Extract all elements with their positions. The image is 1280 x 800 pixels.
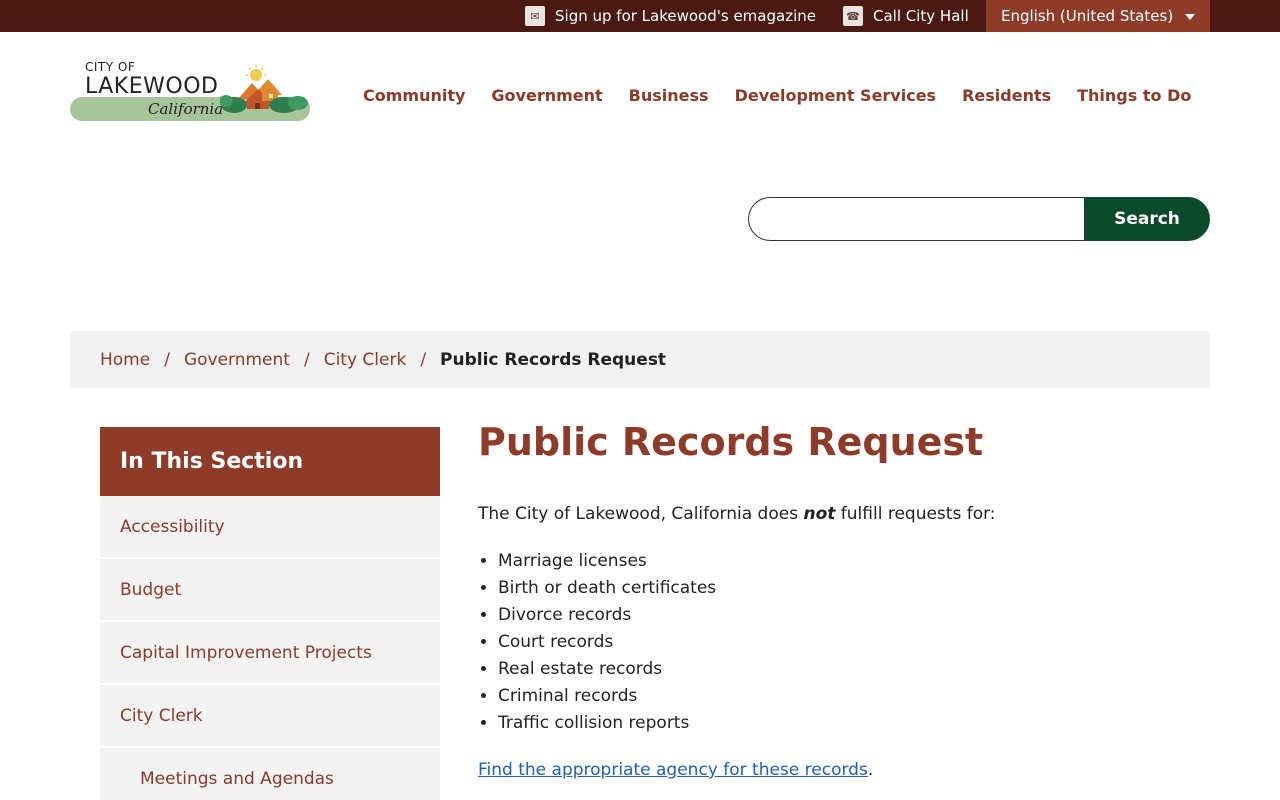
breadcrumb-government[interactable]: Government <box>184 350 290 370</box>
agency-paragraph: Find the appropriate agency for these re… <box>478 758 1210 782</box>
language-label: English (United States) <box>1001 7 1174 25</box>
logo-state: California <box>148 100 224 118</box>
utility-bar: ✉ Sign up for Lakewood's emagazine ☎ Cal… <box>0 0 1280 32</box>
emagazine-link[interactable]: ✉ Sign up for Lakewood's emagazine <box>525 0 816 32</box>
logo-city-of: CITY OF <box>85 60 136 74</box>
breadcrumb-home[interactable]: Home <box>100 350 150 370</box>
intro-text-start: The City of Lakewood, California does <box>478 504 804 524</box>
call-label: Call City Hall <box>873 7 969 25</box>
sidebar-subitem-meetings-and-agendas[interactable]: Meetings and Agendas <box>100 748 440 800</box>
nav-community[interactable]: Community <box>363 86 465 105</box>
section-sidebar: In This Section Accessibility Budget Cap… <box>100 427 440 800</box>
main-nav: Community Government Business Developmen… <box>363 86 1217 105</box>
agency-period: . <box>867 760 874 780</box>
breadcrumb-current: Public Records Request <box>440 349 667 370</box>
breadcrumb: Home / Government / City Clerk / Public … <box>70 331 1210 388</box>
records-list: Marriage licenses Birth or death certifi… <box>478 548 1210 737</box>
list-item: Birth or death certificates <box>498 575 1210 602</box>
logo-houses-icon <box>220 65 308 113</box>
logo-name: LAKEWOOD <box>85 74 219 99</box>
site-logo[interactable]: CITY OF LAKEWOOD California <box>70 60 310 124</box>
sidebar-heading: In This Section <box>100 427 440 496</box>
emagazine-label: Sign up for Lakewood's emagazine <box>555 7 816 25</box>
breadcrumb-city-clerk[interactable]: City Clerk <box>324 350 407 370</box>
search-input[interactable] <box>748 197 1088 241</box>
search-button[interactable]: Search <box>1084 197 1210 241</box>
breadcrumb-separator: / <box>164 349 170 370</box>
sidebar-item-capital-improvement-projects[interactable]: Capital Improvement Projects <box>100 622 440 685</box>
nav-things-to-do[interactable]: Things to Do <box>1077 86 1191 105</box>
mail-icon: ✉ <box>525 6 545 26</box>
list-item: Traffic collision reports <box>498 710 1210 737</box>
list-item: Divorce records <box>498 602 1210 629</box>
list-item: Criminal records <box>498 683 1210 710</box>
caret-down-icon <box>1185 14 1195 20</box>
call-city-hall-link[interactable]: ☎ Call City Hall <box>843 0 969 32</box>
main-content: Public Records Request The City of Lakew… <box>478 420 1210 782</box>
breadcrumb-separator: / <box>303 349 310 370</box>
page-title: Public Records Request <box>478 420 984 464</box>
sidebar-item-accessibility[interactable]: Accessibility <box>100 496 440 559</box>
list-item: Real estate records <box>498 656 1210 683</box>
phone-icon: ☎ <box>843 6 863 26</box>
intro-text-end: fulfill requests for: <box>835 504 996 524</box>
breadcrumb-separator: / <box>420 349 427 370</box>
sidebar-item-budget[interactable]: Budget <box>100 559 440 622</box>
list-item: Marriage licenses <box>498 548 1210 575</box>
find-agency-link[interactable]: Find the appropriate agency for these re… <box>478 760 868 780</box>
intro-paragraph: The City of Lakewood, California does no… <box>478 502 1210 526</box>
intro-emphasis: not <box>803 504 836 524</box>
nav-business[interactable]: Business <box>629 86 709 105</box>
list-item: Court records <box>498 629 1210 656</box>
nav-residents[interactable]: Residents <box>962 86 1051 105</box>
sidebar-item-city-clerk[interactable]: City Clerk <box>100 685 440 748</box>
nav-government[interactable]: Government <box>491 86 602 105</box>
language-selector[interactable]: English (United States) <box>986 0 1210 32</box>
nav-development-services[interactable]: Development Services <box>735 86 937 105</box>
